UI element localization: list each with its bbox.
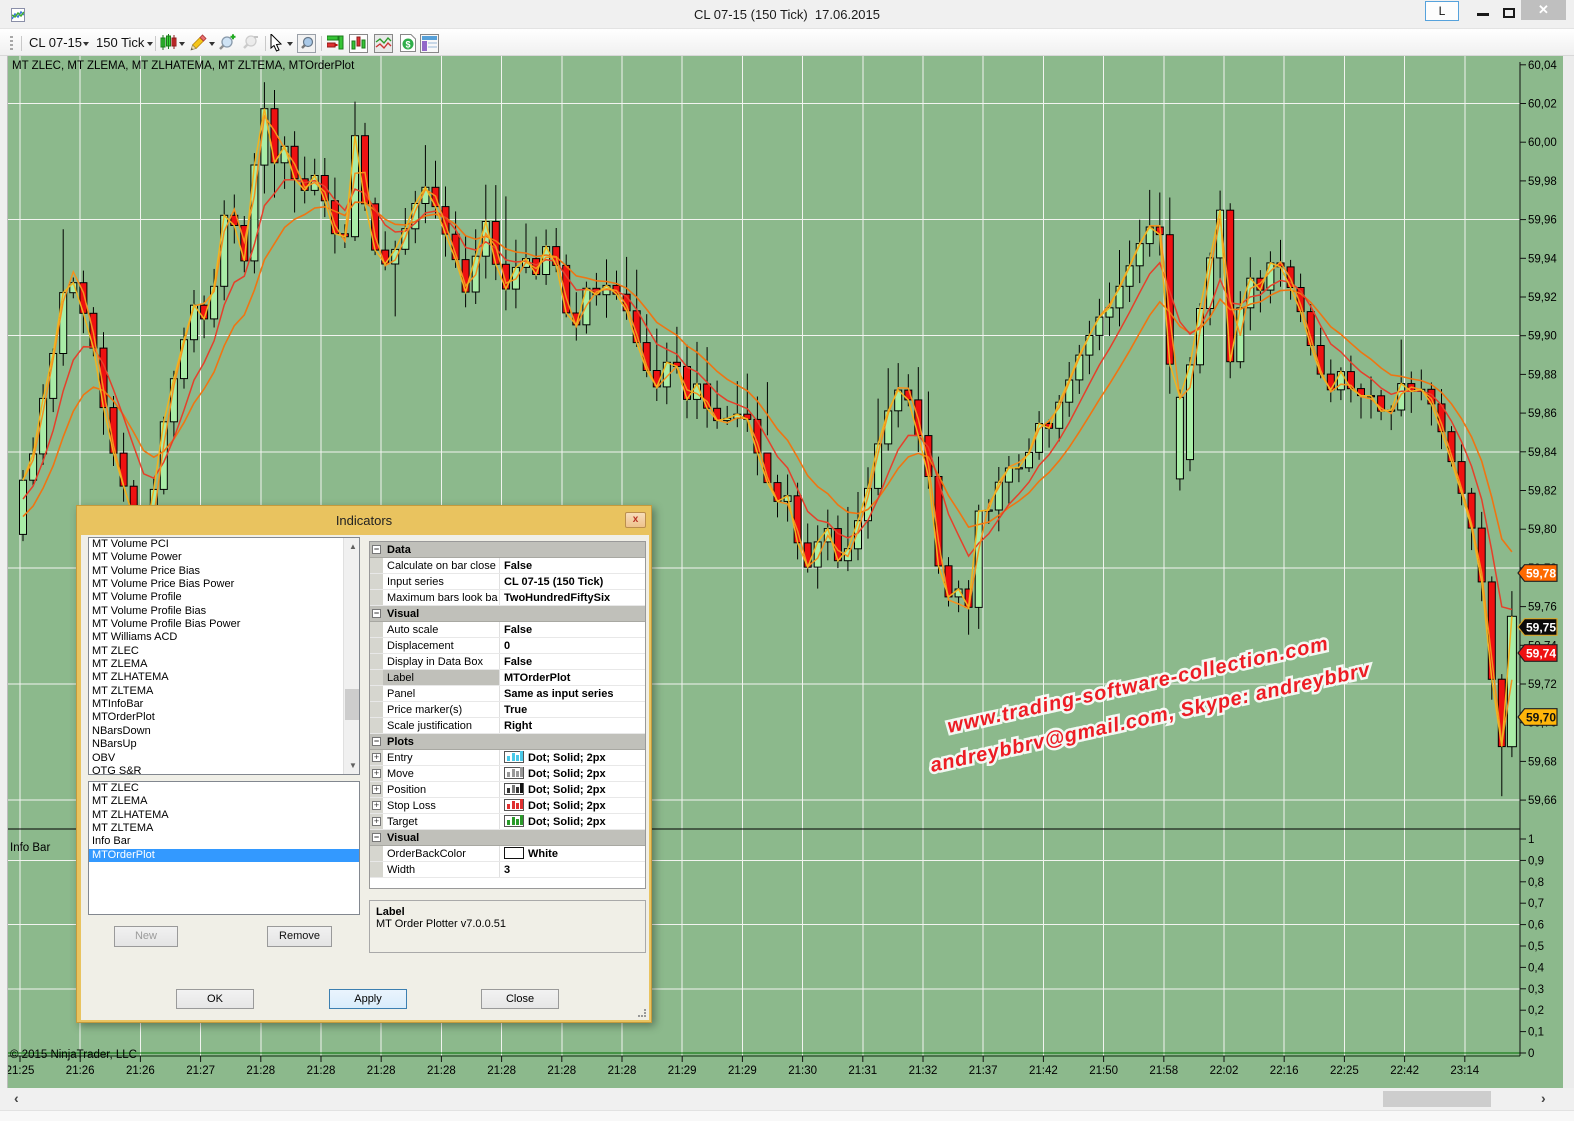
- svg-text:0,3: 0,3: [1528, 984, 1544, 996]
- svg-text:60,04: 60,04: [1528, 60, 1557, 72]
- svg-text:0,4: 0,4: [1528, 962, 1545, 974]
- svg-text:59,82: 59,82: [1528, 486, 1557, 498]
- svg-text:21:28: 21:28: [246, 1065, 275, 1077]
- svg-text:21:25: 21:25: [8, 1065, 34, 1077]
- svg-text:59,92: 59,92: [1528, 292, 1557, 304]
- svg-text:59,96: 59,96: [1528, 215, 1557, 227]
- svg-text:59,86: 59,86: [1528, 408, 1557, 420]
- svg-text:0,1: 0,1: [1528, 1027, 1544, 1039]
- svg-text:21:42: 21:42: [1029, 1065, 1058, 1077]
- svg-text:59,84: 59,84: [1528, 447, 1557, 459]
- svg-text:22:42: 22:42: [1390, 1065, 1419, 1077]
- svg-text:59,94: 59,94: [1528, 253, 1557, 265]
- svg-text:59,78: 59,78: [1526, 567, 1556, 581]
- svg-text:59,72: 59,72: [1528, 679, 1557, 691]
- svg-text:MT ZLEC, MT ZLEMA, MT ZLHATEMA: MT ZLEC, MT ZLEMA, MT ZLHATEMA, MT ZLTEM…: [12, 60, 355, 72]
- svg-text:© 2015 NinjaTrader, LLC: © 2015 NinjaTrader, LLC: [10, 1049, 137, 1061]
- svg-text:59,98: 59,98: [1528, 176, 1557, 188]
- svg-text:59,66: 59,66: [1528, 795, 1557, 807]
- svg-text:21:26: 21:26: [66, 1065, 95, 1077]
- svg-text:21:30: 21:30: [788, 1065, 817, 1077]
- svg-text:21:28: 21:28: [367, 1065, 396, 1077]
- svg-text:59,70: 59,70: [1526, 711, 1556, 725]
- svg-text:21:28: 21:28: [487, 1065, 516, 1077]
- svg-text:59,74: 59,74: [1526, 647, 1556, 661]
- svg-text:0,9: 0,9: [1528, 855, 1544, 867]
- svg-text:59,76: 59,76: [1528, 602, 1557, 614]
- svg-text:23:14: 23:14: [1450, 1065, 1479, 1077]
- svg-text:21:32: 21:32: [909, 1065, 938, 1077]
- svg-text:21:28: 21:28: [427, 1065, 456, 1077]
- svg-text:59,75: 59,75: [1526, 621, 1556, 635]
- svg-text:21:29: 21:29: [668, 1065, 697, 1077]
- svg-text:59,68: 59,68: [1528, 756, 1557, 768]
- svg-text:60,00: 60,00: [1528, 137, 1557, 149]
- svg-text:1: 1: [1528, 834, 1534, 846]
- svg-text:21:58: 21:58: [1149, 1065, 1178, 1077]
- svg-text:0,8: 0,8: [1528, 877, 1544, 889]
- svg-text:0: 0: [1528, 1048, 1534, 1060]
- svg-text:0,2: 0,2: [1528, 1005, 1544, 1017]
- svg-text:21:37: 21:37: [969, 1065, 998, 1077]
- svg-text:22:25: 22:25: [1330, 1065, 1359, 1077]
- svg-text:0,7: 0,7: [1528, 898, 1544, 910]
- svg-text:21:31: 21:31: [848, 1065, 877, 1077]
- svg-text:59,90: 59,90: [1528, 331, 1557, 343]
- svg-text:21:28: 21:28: [307, 1065, 336, 1077]
- svg-text:22:16: 22:16: [1270, 1065, 1299, 1077]
- svg-text:21:28: 21:28: [608, 1065, 637, 1077]
- svg-text:21:28: 21:28: [547, 1065, 576, 1077]
- svg-text:0,5: 0,5: [1528, 941, 1544, 953]
- svg-text:21:26: 21:26: [126, 1065, 155, 1077]
- svg-text:59,80: 59,80: [1528, 524, 1557, 536]
- svg-text:$: $: [405, 40, 410, 50]
- svg-text:0,6: 0,6: [1528, 920, 1544, 932]
- svg-text:22:02: 22:02: [1210, 1065, 1239, 1077]
- svg-text:59,88: 59,88: [1528, 369, 1557, 381]
- svg-text:21:50: 21:50: [1089, 1065, 1118, 1077]
- svg-text:21:27: 21:27: [186, 1065, 215, 1077]
- svg-text:Info Bar: Info Bar: [10, 842, 50, 854]
- svg-text:21:29: 21:29: [728, 1065, 757, 1077]
- svg-text:60,02: 60,02: [1528, 99, 1557, 111]
